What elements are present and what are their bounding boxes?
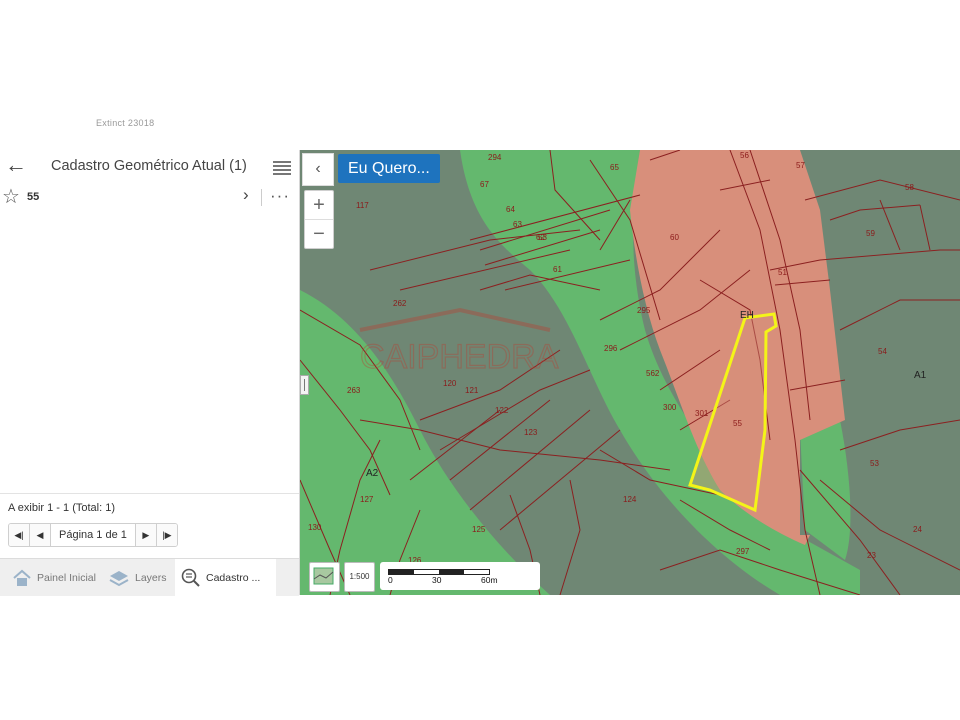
tab-cadastro[interactable]: Cadastro ... (175, 559, 276, 596)
feature-id: 55 (27, 191, 40, 203)
parcel-label: 297 (736, 547, 750, 556)
scale-bar: 0 30 60m (380, 562, 540, 590)
zoom-control: + − (304, 190, 334, 249)
top-caption: Extinct 23018 (96, 118, 155, 128)
map-view[interactable]: CAIPHEDRA EH A1 A2 55 51 53 64 63 62 61 … (300, 150, 960, 595)
panel-title: Cadastro Geométrico Atual (1) (51, 158, 247, 174)
panel-splitter-handle[interactable] (300, 375, 309, 395)
parcel-label: 294 (488, 153, 502, 162)
feature-row[interactable]: ☆ 55 › ··· (0, 184, 299, 210)
parcel-label: 56 (740, 151, 749, 160)
parcel-label: 295 (637, 306, 651, 315)
parcel-label: 63 (513, 220, 522, 229)
watermark-text: CAIPHEDRA (360, 338, 559, 376)
tab-layers[interactable]: Layers (108, 559, 167, 596)
overview-map-icon (313, 567, 334, 585)
more-options-icon[interactable]: ··· (270, 186, 290, 206)
divider (261, 189, 262, 206)
tab-home-label: Painel Inicial (37, 571, 96, 584)
parcel-label: 300 (663, 403, 677, 412)
parcel-label: 61 (553, 265, 562, 274)
parcel-label: 60 (670, 233, 679, 242)
star-icon[interactable]: ☆ (2, 184, 20, 209)
home-icon (13, 569, 31, 586)
parcel-label: 62 (536, 233, 545, 242)
pager: ◀| ◀ Página 1 de 1 ▶ |▶ (8, 523, 178, 547)
parcel-label: 262 (393, 299, 407, 308)
parcel-label: 57 (796, 161, 805, 170)
first-page-icon[interactable]: ◀| (9, 524, 30, 546)
parcel-label: 54 (878, 347, 887, 356)
overview-map-button[interactable] (309, 562, 340, 592)
parcel-label: 55 (733, 419, 742, 428)
zoom-out-button[interactable]: − (305, 220, 333, 248)
tab-cadastro-label: Cadastro ... (206, 571, 261, 584)
next-page-icon[interactable]: ▶ (135, 524, 157, 546)
collapse-panel-button[interactable]: ‹ (302, 153, 334, 186)
prev-page-icon[interactable]: ◀ (30, 524, 51, 546)
parcel-label: 301 (695, 409, 709, 418)
search-list-icon (181, 568, 200, 587)
chevron-right-icon[interactable]: › (243, 185, 249, 205)
eu-quero-button[interactable]: Eu Quero... (338, 154, 440, 183)
zone-label-a1: A1 (914, 370, 927, 381)
last-page-icon[interactable]: |▶ (156, 524, 177, 546)
cadastral-map: CAIPHEDRA EH A1 A2 55 51 53 64 63 62 61 … (300, 150, 960, 595)
results-count: A exibir 1 - 1 (Total: 1) (8, 502, 115, 514)
scale-tick: 0 (388, 575, 393, 585)
parcel-label: 67 (480, 180, 489, 189)
parcel-label: 127 (360, 495, 374, 504)
parcel-label: 562 (646, 369, 660, 378)
parcel-label: 120 (443, 379, 457, 388)
scale-button[interactable]: 1:500 (344, 562, 375, 592)
parcel-label: 123 (524, 428, 538, 437)
parcel-label: 65 (610, 163, 619, 172)
back-arrow-icon[interactable]: ← (4, 154, 28, 178)
zone-label-a2: A2 (366, 468, 379, 479)
parcel-label: 117 (356, 201, 369, 210)
layers-icon (109, 570, 129, 586)
zone-label-eh: EH (740, 310, 754, 321)
scale-tick: 60m (481, 575, 498, 585)
parcel-label: 51 (778, 268, 787, 277)
parcel-label: 59 (866, 229, 875, 238)
panel-header: ← Cadastro Geométrico Atual (1) (0, 150, 299, 184)
parcel-label: 296 (604, 344, 618, 353)
menu-lines-icon[interactable] (273, 159, 291, 175)
parcel-label: 24 (913, 525, 922, 534)
parcel-label: 23 (867, 551, 876, 560)
parcel-label: 53 (870, 459, 879, 468)
attribute-panel: ← Cadastro Geométrico Atual (1) ☆ 55 › ·… (0, 150, 300, 596)
tab-layers-label: Layers (135, 571, 167, 584)
parcel-label: 125 (472, 525, 486, 534)
watermark: CAIPHEDRA (359, 307, 559, 377)
parcel-label: 122 (495, 406, 509, 415)
page-label: Página 1 de 1 (51, 524, 136, 546)
tab-home[interactable]: Painel Inicial (12, 559, 96, 596)
parcel-label: 121 (465, 386, 479, 395)
bottom-tabbar: Painel Inicial Layers Cadastro ... (0, 558, 299, 596)
parcel-label: 64 (506, 205, 515, 214)
scale-tick: 30 (432, 575, 442, 585)
parcel-label: 124 (623, 495, 637, 504)
divider (0, 493, 299, 494)
parcel-label: 263 (347, 386, 361, 395)
parcel-label: 58 (905, 183, 914, 192)
parcel-label: 130 (308, 523, 322, 532)
zoom-in-button[interactable]: + (305, 191, 333, 220)
